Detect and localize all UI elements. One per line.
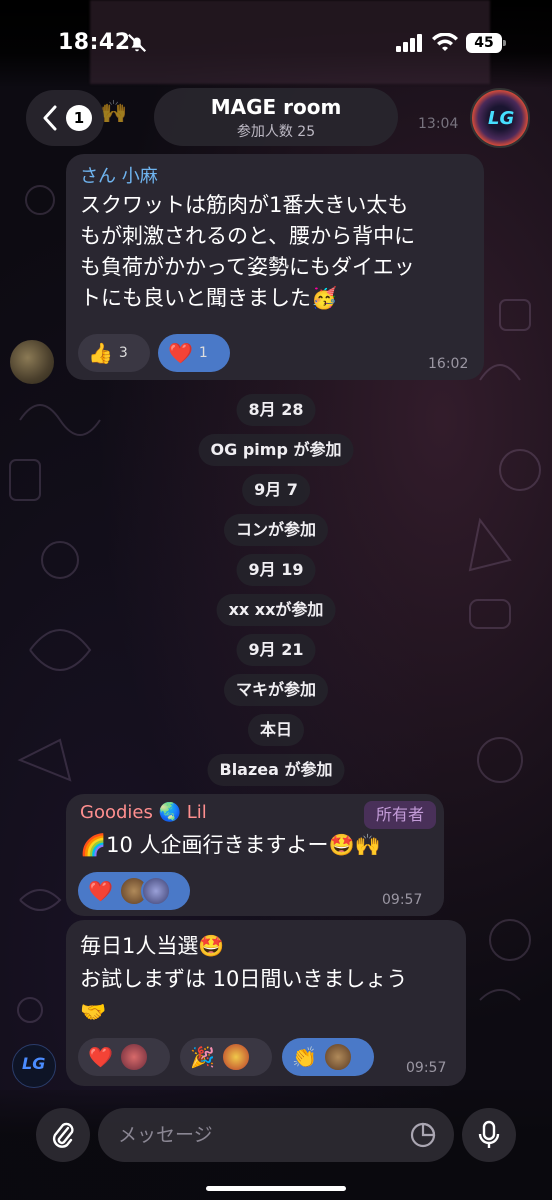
join-notice: xx xxが参加 [216,594,336,626]
message-text: 毎日1人当選🤩 お試しまずは 10日間いきましょう 🤝 [80,930,407,1029]
message-text: 🌈10 人企画行きますよー🤩🙌 [80,830,381,861]
sticker-icon[interactable] [410,1122,436,1148]
message-time: 16:02 [428,356,469,372]
heart-icon: ❤️ [88,1045,113,1069]
clapping-hands-icon: 👏 [292,1045,317,1069]
reaction-heart[interactable]: ❤️ [78,872,190,910]
message-bubble[interactable]: さん 小麻 スクワットは筋肉が1番大きい太も もが刺激されるのと、腰から背中に … [66,154,484,380]
bell-muted-icon [127,33,147,53]
reaction-thumbs-up[interactable]: 👍 3 [78,334,150,372]
peek-message-time: 13:04 [418,116,459,132]
reaction-party[interactable]: 🎉 [180,1038,272,1076]
group-avatar-logo: LG [488,108,515,129]
reactor-avatar [140,876,171,906]
microphone-icon [478,1120,500,1148]
sender-avatar[interactable]: LG [12,1044,56,1088]
sender-name[interactable]: さん 小麻 [80,162,158,188]
message-line: 🤝 [80,1000,107,1024]
reaction-count: 3 [118,345,128,361]
message-line: 🌈10 人企画行きますよー🤩🙌 [80,833,381,857]
chevron-left-icon [43,105,57,131]
message-line: お試しまずは 10日間いきましょう [80,967,408,991]
heart-icon: ❤️ [88,879,113,903]
reaction-clap[interactable]: 👏 [282,1038,374,1076]
date-separator: 9月 21 [236,634,316,666]
date-separator: 9月 7 [242,474,310,506]
wifi-icon [432,33,458,51]
date-separator: 本日 [247,714,305,746]
attach-button[interactable] [36,1108,90,1162]
message-line: 毎日1人当選🤩 [80,934,225,958]
paperclip-icon [52,1122,74,1148]
message-text: スクワットは筋肉が1番大きい太も もが刺激されるのと、腰から背中に も負荷がかか… [80,190,415,314]
member-count: 参加人数 25 [236,124,316,140]
back-button[interactable]: 1 [26,90,104,146]
cellular-signal-icon [396,34,422,52]
sender-avatar[interactable] [10,340,54,384]
battery-indicator: 45 [466,33,506,53]
peek-reaction-emoji: 🙌 [100,100,128,125]
sender-name[interactable]: Goodies 🌏 Lil [80,802,207,823]
date-separator: 9月 19 [236,554,316,586]
message-bubble[interactable]: 毎日1人当選🤩 お試しまずは 10日間いきましょう 🤝 ❤️ 🎉 👏 09:57 [66,920,466,1086]
join-notice: OG pimp が参加 [198,434,354,466]
status-bar: 18:42 45 [0,0,552,88]
join-notice: Blazea が参加 [207,754,345,786]
previous-message-overlay [90,0,490,84]
avatar-logo: LG [22,1054,46,1073]
reaction-heart[interactable]: ❤️ 1 [158,334,230,372]
unread-count-badge: 1 [66,105,92,131]
join-notice: コンが参加 [223,514,329,546]
message-line: もが刺激されるのと、腰から背中に [80,224,416,248]
heart-icon: ❤️ [168,341,193,365]
group-avatar[interactable]: LG [470,88,530,148]
message-line: トにも良いと聞きました🥳 [80,286,338,310]
message-time: 09:57 [382,892,423,908]
reactor-avatar [118,1042,149,1072]
date-separator: 8月 28 [236,394,316,426]
reactor-avatar [220,1042,251,1072]
reaction-count: 1 [198,345,208,361]
message-line: スクワットは筋肉が1番大きい太も [80,193,409,217]
message-line: も負荷がかかって姿勢にもダイエッ [80,255,415,279]
owner-badge: 所有者 [364,801,436,829]
join-notice: マキが参加 [223,674,329,706]
thumbs-up-icon: 👍 [88,341,113,365]
chat-title-button[interactable]: MAGE room 参加人数 25 [154,88,398,146]
home-indicator [206,1186,346,1191]
party-popper-icon: 🎉 [190,1045,215,1069]
microphone-button[interactable] [462,1108,516,1162]
message-time: 09:57 [406,1060,447,1076]
message-input[interactable] [98,1108,454,1162]
chat-title: MAGE room [210,95,342,119]
reactor-avatar [322,1042,353,1072]
status-time: 18:42 [58,30,131,55]
reaction-heart[interactable]: ❤️ [78,1038,170,1076]
